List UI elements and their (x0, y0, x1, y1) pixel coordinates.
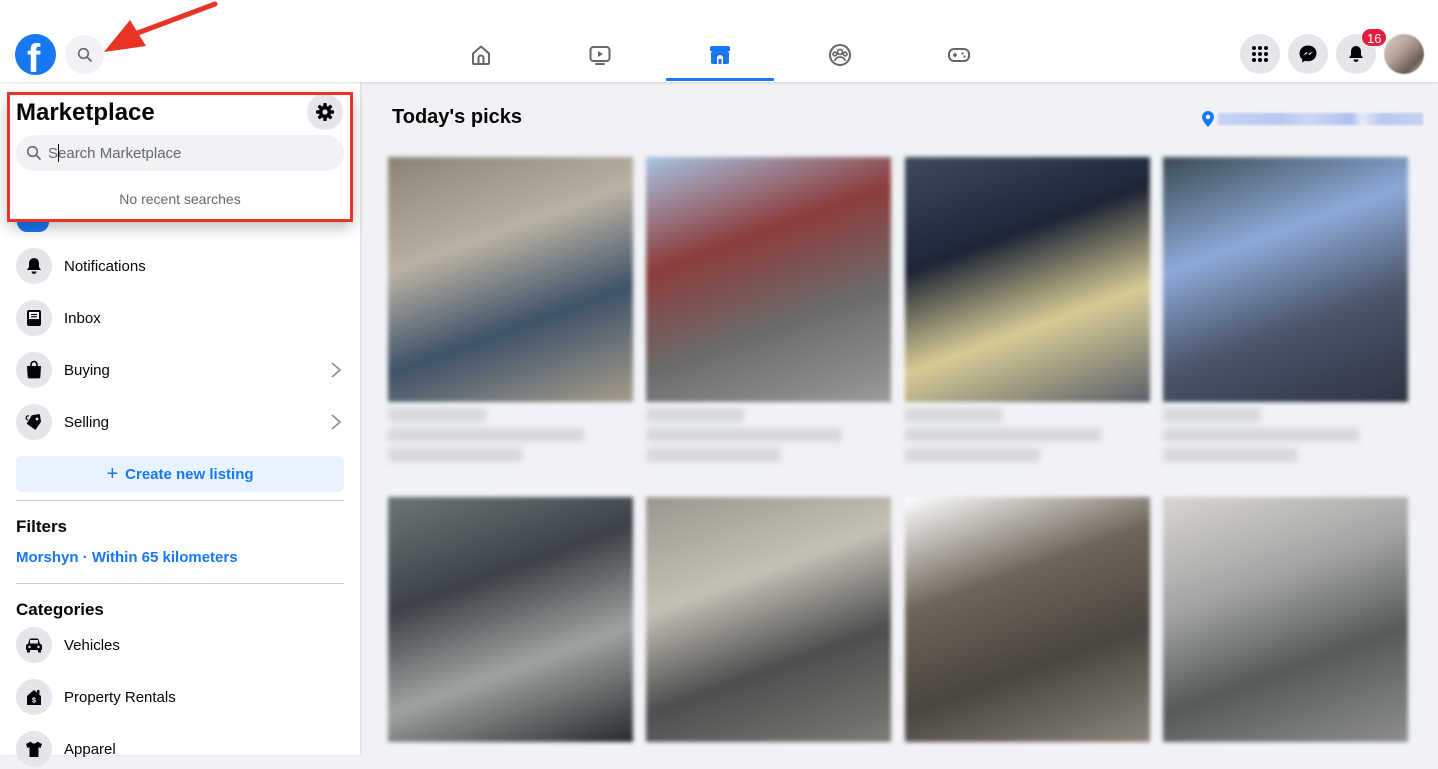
listing-image (388, 497, 633, 742)
menu-grid-icon (1252, 46, 1268, 62)
listing-card[interactable] (388, 497, 633, 742)
listing-image (1163, 157, 1408, 402)
marketplace-icon (710, 46, 730, 64)
listing-details-blurred (1163, 408, 1408, 462)
listing-image (646, 157, 891, 402)
location-selector[interactable] (1202, 111, 1423, 127)
browse-all-icon-peek (17, 222, 49, 232)
no-recent-searches-text: No recent searches (119, 191, 241, 207)
listing-card[interactable] (646, 497, 891, 742)
listing-card[interactable] (1163, 497, 1408, 742)
groups-icon (829, 44, 851, 66)
marketplace-settings-button[interactable] (307, 94, 343, 130)
search-icon (26, 145, 41, 160)
listing-details-blurred (388, 408, 633, 462)
listing-card[interactable] (388, 157, 633, 462)
category-property-rentals[interactable]: $ Property Rentals (16, 677, 346, 717)
facebook-search-button[interactable] (65, 35, 104, 74)
listing-image (1163, 497, 1408, 742)
listing-details-blurred (905, 408, 1150, 462)
listing-image (388, 157, 633, 402)
notifications-bell-icon (1349, 46, 1363, 62)
messenger-icon (1299, 45, 1317, 63)
gear-icon (316, 103, 334, 121)
todays-picks-heading: Today's picks (392, 106, 522, 128)
create-new-listing-button[interactable]: + Create new listing (16, 456, 344, 492)
tab-groups[interactable] (786, 30, 894, 80)
facebook-logo[interactable]: f (15, 34, 56, 75)
sidebar-item-selling[interactable]: Selling (16, 402, 346, 442)
plus-icon: + (106, 463, 119, 485)
car-icon (26, 638, 42, 653)
marketplace-title: Marketplace (16, 99, 155, 126)
category-label: Vehicles (64, 636, 120, 654)
location-text-blurred (1218, 113, 1423, 125)
video-icon (589, 46, 611, 65)
divider (16, 583, 344, 584)
marketplace-search-popup: Marketplace No recent searches (7, 92, 353, 222)
category-apparel[interactable]: Apparel (16, 729, 346, 769)
sidebar-item-label: Inbox (64, 309, 101, 327)
messenger-button[interactable] (1288, 34, 1328, 74)
tab-watch[interactable] (546, 30, 654, 80)
listing-card[interactable] (646, 157, 891, 462)
listing-image (905, 157, 1150, 402)
listing-details-blurred (646, 408, 891, 462)
chevron-right-icon (331, 362, 342, 378)
listing-card[interactable] (1163, 157, 1408, 462)
location-filter-link[interactable]: Morshyn · Within 65 kilometers (16, 549, 238, 566)
menu-button[interactable] (1240, 34, 1280, 74)
price-tag-icon (25, 414, 42, 430)
create-listing-label: Create new listing (125, 465, 254, 483)
text-cursor (58, 144, 59, 162)
divider (16, 500, 344, 501)
marketplace-search-field[interactable] (16, 135, 344, 171)
sidebar-item-label: Buying (64, 361, 110, 379)
tab-gaming[interactable] (905, 30, 1013, 80)
top-navigation-bar: f 16 (0, 0, 1438, 82)
sidebar-item-buying[interactable]: Buying (16, 350, 346, 390)
sidebar-item-label: Notifications (64, 257, 146, 275)
notification-count-badge: 16 (1361, 28, 1388, 47)
house-dollar-icon: $ (27, 690, 41, 705)
home-icon (472, 45, 490, 65)
categories-heading: Categories (16, 600, 104, 619)
sidebar-item-label: Selling (64, 413, 110, 431)
category-label: Property Rentals (64, 688, 176, 706)
tshirt-icon (26, 741, 42, 757)
tab-marketplace[interactable] (666, 30, 774, 81)
filters-heading: Filters (16, 517, 68, 536)
listing-card[interactable] (905, 157, 1150, 462)
marketplace-search-input[interactable] (48, 144, 318, 162)
svg-text:$: $ (32, 698, 36, 705)
sidebar-item-notifications[interactable]: Notifications (16, 246, 346, 286)
chevron-right-icon (331, 414, 342, 430)
sidebar-item-inbox[interactable]: Inbox (16, 298, 346, 338)
tab-home[interactable] (427, 30, 535, 80)
gaming-icon (948, 48, 970, 62)
shopping-bag-icon (27, 360, 41, 379)
category-vehicles[interactable]: Vehicles (16, 625, 346, 665)
listing-image (646, 497, 891, 742)
profile-avatar[interactable] (1384, 34, 1424, 74)
listing-image (905, 497, 1150, 742)
search-icon (77, 47, 92, 62)
location-pin-icon (1202, 111, 1214, 127)
bell-icon (27, 258, 41, 274)
listing-card[interactable] (905, 497, 1150, 742)
inbox-icon (27, 310, 41, 326)
